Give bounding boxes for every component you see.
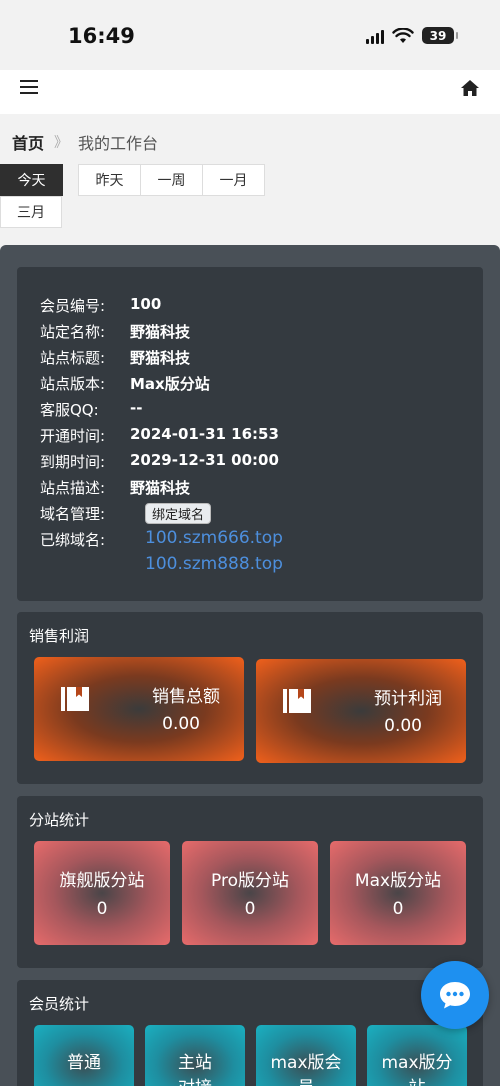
member-normal-label: 普通 bbox=[67, 1053, 101, 1073]
max-branch-value: 0 bbox=[392, 899, 404, 919]
status-time: 16:49 bbox=[68, 24, 135, 48]
info-row-open-time: 开通时间: 2024-01-31 16:53 bbox=[40, 425, 279, 445]
info-row-domain-manage: 域名管理: bbox=[40, 505, 106, 523]
chat-icon bbox=[440, 982, 470, 1009]
member-max-box: max版会员 bbox=[256, 1025, 356, 1086]
info-row-site-desc: 站点描述: 野猫科技 bbox=[40, 479, 191, 497]
top-navbar bbox=[0, 70, 500, 114]
sales-profit-title: 销售利润 bbox=[29, 627, 90, 645]
flagship-branch-value: 0 bbox=[96, 899, 108, 919]
member-max-label: max版会员 bbox=[270, 1053, 342, 1086]
flagship-branch-label: 旗舰版分站 bbox=[59, 871, 145, 891]
home-icon[interactable] bbox=[460, 79, 480, 97]
total-sales-value: 0.00 bbox=[162, 714, 200, 734]
tab-yesterday[interactable]: 昨天 bbox=[78, 164, 141, 196]
info-row-bound-domains: 已绑域名: bbox=[40, 531, 106, 549]
member-max-branch-box: max版分站 bbox=[367, 1025, 467, 1086]
info-row-site-name: 站定名称: 野猫科技 bbox=[40, 323, 191, 341]
tab-today[interactable]: 今天 bbox=[0, 164, 63, 196]
breadcrumb-separator: 》 bbox=[54, 135, 69, 151]
member-max-branch-label: max版分站 bbox=[381, 1053, 453, 1086]
menu-icon[interactable] bbox=[20, 80, 38, 96]
info-row-site-version: 站点版本: Max版分站 bbox=[40, 375, 210, 393]
breadcrumb-current: 我的工作台 bbox=[78, 134, 159, 153]
estimated-profit-label: 预计利润 bbox=[374, 689, 442, 709]
total-sales-box: 销售总额 0.00 bbox=[34, 657, 244, 761]
info-row-service-qq: 客服QQ: -- bbox=[40, 399, 143, 419]
tab-three-months[interactable]: 三月 bbox=[0, 196, 62, 228]
wifi-icon bbox=[392, 27, 414, 43]
status-icons: 39 bbox=[366, 27, 458, 44]
domain-link[interactable]: 100.szm888.top bbox=[145, 554, 283, 574]
member-normal-box: 普通 bbox=[34, 1025, 134, 1086]
book-icon bbox=[283, 689, 311, 713]
member-main-label: 主站对接 bbox=[178, 1053, 212, 1086]
info-row-site-title: 站点标题: 野猫科技 bbox=[40, 349, 191, 367]
flagship-branch-box: 旗舰版分站 0 bbox=[34, 841, 170, 945]
info-row-member-id: 会员编号: 100 bbox=[40, 295, 162, 315]
max-branch-box: Max版分站 0 bbox=[330, 841, 466, 945]
breadcrumb-home[interactable]: 首页 bbox=[12, 130, 44, 154]
total-sales-label: 销售总额 bbox=[152, 687, 220, 707]
breadcrumb: 首页 》 我的工作台 bbox=[12, 130, 158, 154]
domain-link[interactable]: 100.szm666.top bbox=[145, 528, 283, 548]
status-bar: 16:49 39 bbox=[0, 0, 500, 70]
member-main-box: 主站对接 bbox=[145, 1025, 245, 1086]
book-icon bbox=[61, 687, 89, 711]
member-stats-title: 会员统计 bbox=[29, 995, 90, 1013]
battery-icon: 39 bbox=[422, 27, 458, 44]
chat-button[interactable] bbox=[421, 961, 489, 1029]
estimated-profit-value: 0.00 bbox=[384, 716, 422, 736]
max-branch-label: Max版分站 bbox=[354, 871, 442, 891]
pro-branch-value: 0 bbox=[244, 899, 256, 919]
branch-stats-title: 分站统计 bbox=[29, 811, 90, 829]
tab-week[interactable]: 一周 bbox=[140, 164, 203, 196]
pro-branch-box: Pro版分站 0 bbox=[182, 841, 318, 945]
estimated-profit-box: 预计利润 0.00 bbox=[256, 659, 466, 763]
signal-icon bbox=[366, 28, 384, 44]
info-row-expire-time: 到期时间: 2029-12-31 00:00 bbox=[40, 451, 279, 471]
tab-month[interactable]: 一月 bbox=[202, 164, 265, 196]
bind-domain-button[interactable]: 绑定域名 bbox=[145, 503, 212, 524]
pro-branch-label: Pro版分站 bbox=[211, 871, 289, 891]
